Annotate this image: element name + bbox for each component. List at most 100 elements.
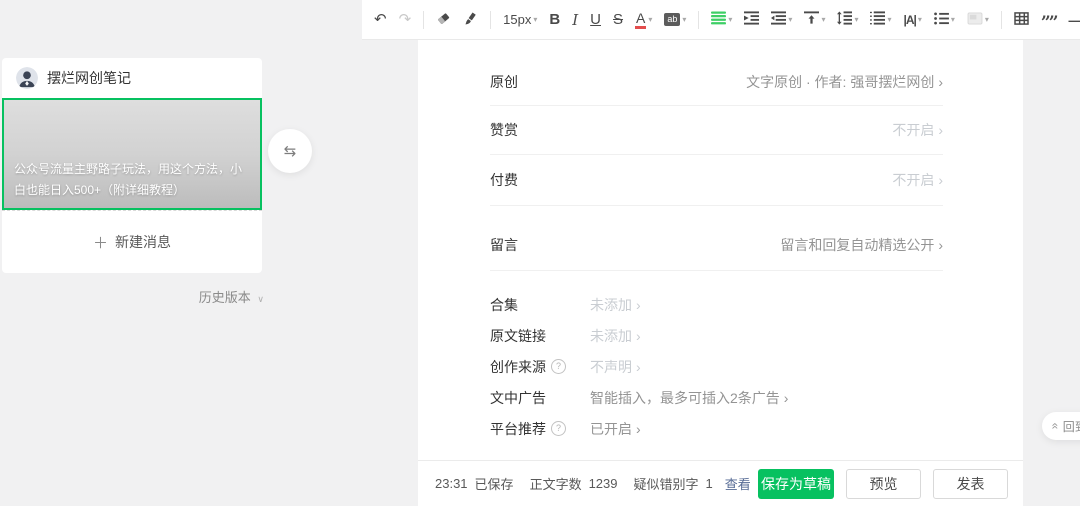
new-message-label: 新建消息 <box>115 234 171 250</box>
margin-top-button[interactable]: ▾ <box>798 6 831 34</box>
back-to-top-button[interactable]: « 回到顶部 <box>1042 412 1080 440</box>
saved-label: 已保存 <box>474 477 514 492</box>
help-icon[interactable]: ? <box>551 359 566 374</box>
eraser-icon <box>436 11 451 29</box>
bullet-list-button[interactable]: ▾ <box>928 6 961 34</box>
platform-recommend-row[interactable]: 平台推荐? 已开启 › <box>490 413 943 444</box>
clear-format-button[interactable] <box>430 6 457 34</box>
comments-row[interactable]: 留言 留言和回复自动精选公开 › <box>490 220 943 271</box>
bold-icon: B <box>549 11 561 28</box>
check-typos-link[interactable]: 查看 <box>725 474 751 493</box>
collection-row[interactable]: 合集 未添加 › <box>490 289 943 320</box>
letter-spacing-icon: |A| <box>903 12 916 27</box>
justify-button[interactable]: ▾ <box>705 6 738 34</box>
underline-icon: U <box>590 11 601 28</box>
typo-count: 1 <box>705 476 713 491</box>
chevron-right-icon: › <box>636 420 641 437</box>
font-size-value: 15px <box>503 12 532 27</box>
toolbar-separator <box>490 10 492 29</box>
original-link-row[interactable]: 原文链接 未添加 › <box>490 320 943 351</box>
row-label: 合集 <box>490 296 518 313</box>
settings-primary-group: 原创 文字原创 · 作者: 强哥摆烂网创 › 赞赏 不开启 › 付费 不开启 › 留言… <box>490 58 943 271</box>
row-value: 已开启 › <box>590 420 641 437</box>
redo-button[interactable]: ↷ <box>393 6 418 34</box>
line-height-button[interactable]: ▾ <box>831 6 864 34</box>
article-cover-card[interactable]: 公众号流量主野路子玩法，用这个方法，小白也能日入500+（附详细教程） <box>2 98 262 210</box>
paid-content-row[interactable]: 付费 不开启 › <box>490 155 943 206</box>
original-statement-row[interactable]: 原创 文字原创 · 作者: 强哥摆烂网创 › <box>490 58 943 106</box>
history-versions-button[interactable]: 历史版本 ∨ <box>2 287 264 306</box>
undo-icon: ↶ <box>374 11 387 28</box>
row-value: 不开启 › <box>892 122 943 138</box>
typo-label: 疑似错别字 <box>633 477 699 492</box>
horizontal-rule-icon: — <box>1068 12 1080 28</box>
undo-button[interactable]: ↶ <box>368 6 393 34</box>
toolbar-separator <box>698 10 700 29</box>
paragraph-indent-button[interactable]: ▾ <box>864 6 897 34</box>
preview-button[interactable]: 预览 <box>846 468 921 499</box>
italic-button[interactable]: I <box>566 6 584 34</box>
row-label: 付费 <box>490 172 518 188</box>
publish-button[interactable]: 发表 <box>933 468 1008 499</box>
format-painter-button[interactable] <box>457 6 484 34</box>
creation-source-row[interactable]: 创作来源? 不声明 › <box>490 351 943 382</box>
font-size-select[interactable]: 15px ▾ <box>497 6 543 34</box>
history-versions-label: 历史版本 <box>198 290 251 305</box>
toolbar-separator <box>1000 10 1002 29</box>
chevron-right-icon: › <box>938 172 943 188</box>
chevron-down-icon: ▾ <box>682 14 687 24</box>
row-label: 文中广告 <box>490 389 546 406</box>
settings-secondary-group: 合集 未添加 › 原文链接 未添加 › 创作来源? 不声明 › 文中广告 智能插入，最… <box>490 289 943 444</box>
reward-row[interactable]: 赞赏 不开启 › <box>490 106 943 155</box>
account-header: 摆烂网创笔记 <box>2 58 262 98</box>
letter-spacing-button[interactable]: |A| ▾ <box>897 6 927 34</box>
highlight-button[interactable]: ab ▾ <box>658 6 692 34</box>
swap-cover-button[interactable]: ⇆ <box>268 129 312 173</box>
underline-button[interactable]: U <box>584 6 607 34</box>
row-label: 原文链接 <box>490 327 546 344</box>
article-settings-panel: 原创 文字原创 · 作者: 强哥摆烂网创 › 赞赏 不开启 › 付费 不开启 › 留言… <box>418 40 1023 506</box>
chevron-right-icon: › <box>636 327 641 344</box>
article-cover-title: 公众号流量主野路子玩法，用这个方法，小白也能日入500+（附详细教程） <box>14 162 243 197</box>
chevron-down-icon: ▾ <box>950 14 955 24</box>
toolbar-separator <box>423 10 425 29</box>
font-color-icon: A <box>635 11 647 29</box>
new-message-button[interactable]: ＋ 新建消息 <box>2 210 262 273</box>
account-avatar <box>16 67 38 89</box>
blockquote-button[interactable]: ”” <box>1035 6 1063 34</box>
chevron-down-icon: ▾ <box>788 14 793 24</box>
first-line-indent-button[interactable] <box>738 6 765 34</box>
italic-icon: I <box>572 10 579 29</box>
swap-icon: ⇆ <box>283 143 297 160</box>
chevron-down-icon: ▾ <box>821 14 826 24</box>
in-article-ads-row[interactable]: 文中广告 智能插入，最多可插入2条广告 › <box>490 382 943 413</box>
highlight-icon: ab <box>664 13 681 26</box>
font-color-button[interactable]: A ▾ <box>629 6 658 34</box>
background-image-icon <box>967 11 983 28</box>
chevron-right-icon: › <box>938 237 943 253</box>
row-value: 不开启 › <box>892 172 943 188</box>
bold-button[interactable]: B <box>543 6 566 34</box>
chevron-right-icon: › <box>636 296 641 313</box>
save-time: 23:31 <box>435 476 468 491</box>
formatting-toolbar: ↶ ↷ 15px ▾ B I U S A ▾ ab ▾ ▾ ▾ ▾ ▾ ▾ |A| ▾ … <box>362 0 1080 40</box>
row-value: 智能插入，最多可插入2条广告 › <box>590 389 789 406</box>
chevron-down-icon: ▾ <box>648 14 653 24</box>
outdent-button[interactable]: ▾ <box>765 6 798 34</box>
footer-actions: 保存为草稿 预览 发表 <box>758 468 1008 499</box>
chevron-right-icon: › <box>636 358 641 375</box>
help-icon[interactable]: ? <box>551 421 566 436</box>
quote-icon: ”” <box>1040 13 1059 34</box>
background-button[interactable]: ▾ <box>961 6 995 34</box>
save-draft-button[interactable]: 保存为草稿 <box>758 468 834 499</box>
justify-icon <box>711 11 727 28</box>
chevron-down-icon: ▾ <box>854 14 859 24</box>
row-value: 留言和回复自动精选公开 › <box>780 237 943 253</box>
row-value: 文字原创 · 作者: 强哥摆烂网创 › <box>746 73 943 90</box>
insert-table-button[interactable] <box>1008 6 1035 34</box>
chevron-down-icon: ▾ <box>917 14 922 24</box>
outdent-icon <box>771 11 787 28</box>
strikethrough-icon: S <box>613 11 624 28</box>
horizontal-rule-button[interactable]: — <box>1062 6 1080 34</box>
strikethrough-button[interactable]: S <box>607 6 629 34</box>
